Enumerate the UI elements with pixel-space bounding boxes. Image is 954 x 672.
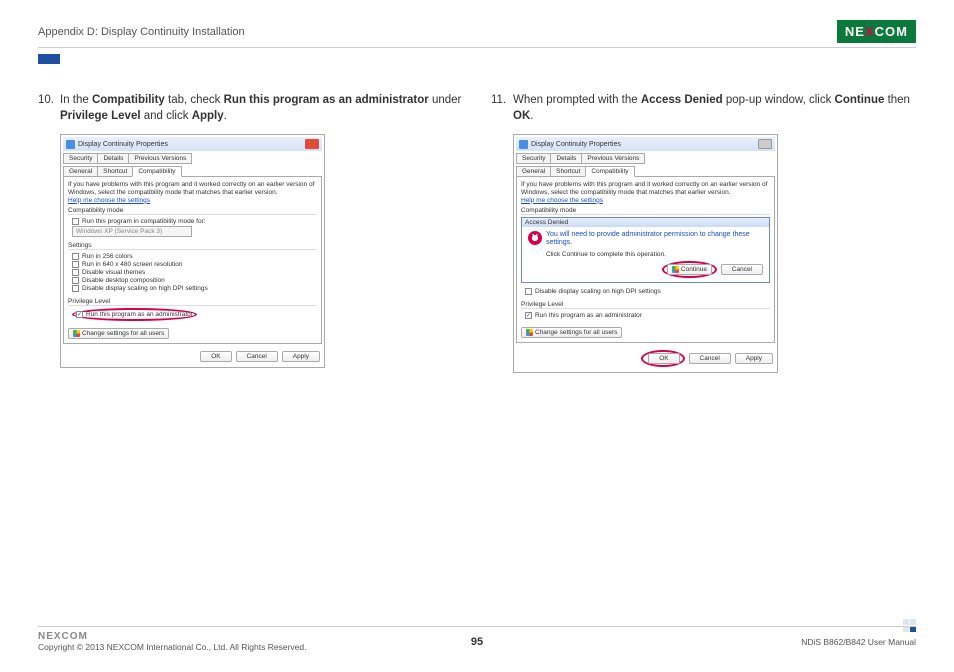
footer-manual: NDiS B862/B842 User Manual — [801, 637, 916, 647]
shield-icon — [672, 266, 679, 273]
close-icon[interactable] — [758, 139, 772, 149]
footer-copyright: Copyright © 2013 NEXCOM International Co… — [38, 642, 306, 652]
compat-mode-label: Compatibility mode — [521, 207, 770, 215]
app-icon — [66, 140, 75, 149]
shield-icon — [526, 329, 533, 336]
cb-run-as-admin[interactable]: Run this program as an administrator — [525, 312, 766, 319]
apply-button[interactable]: Apply — [735, 353, 773, 364]
page-number: 95 — [471, 636, 483, 648]
instruction-11: 11. When prompted with the Access Denied… — [491, 92, 916, 124]
cb-disable-composition[interactable]: Disable desktop composition — [72, 277, 313, 284]
tab-shortcut[interactable]: Shortcut — [550, 166, 586, 177]
tab-general[interactable]: General — [63, 166, 98, 177]
cancel-button[interactable]: Cancel — [236, 351, 278, 362]
compat-description: If you have problems with this program a… — [68, 181, 317, 197]
tab-compatibility[interactable]: Compatibility — [585, 166, 634, 177]
cancel-button[interactable]: Cancel — [689, 353, 731, 364]
cb-640x480[interactable]: Run in 640 x 480 screen resolution — [72, 261, 313, 268]
compat-mode-checkbox[interactable]: Run this program in compatibility mode f… — [72, 218, 313, 225]
compat-description: If you have problems with this program a… — [521, 181, 770, 197]
decoration-square — [38, 54, 60, 64]
dialog-titlebar: Display Continuity Properties — [63, 137, 322, 151]
popup-title-text: Access Denied — [525, 219, 766, 226]
change-settings-all-users-button[interactable]: Change settings for all users — [68, 328, 169, 339]
apply-button[interactable]: Apply — [282, 351, 320, 362]
cb-disable-themes[interactable]: Disable visual themes — [72, 269, 313, 276]
tab-compatibility[interactable]: Compatibility — [132, 166, 181, 177]
tab-general[interactable]: General — [516, 166, 551, 177]
cb-run-as-admin[interactable]: Run this program as an administrator — [76, 311, 193, 318]
help-link[interactable]: Help me choose the settings — [521, 197, 770, 204]
appendix-title: Appendix D: Display Continuity Installat… — [38, 26, 245, 38]
cb-disable-dpi-scaling[interactable]: Disable display scaling on high DPI sett… — [72, 285, 313, 292]
footer-logo: NEXCOM — [38, 631, 88, 642]
tab-previous-versions[interactable]: Previous Versions — [128, 153, 192, 164]
cb-256-colors[interactable]: Run in 256 colors — [72, 253, 313, 260]
ok-button[interactable]: OK — [648, 353, 679, 364]
admin-checkbox-highlight: Run this program as an administrator — [72, 308, 197, 321]
ok-highlight: OK — [641, 350, 684, 367]
tab-shortcut[interactable]: Shortcut — [97, 166, 133, 177]
ok-button[interactable]: OK — [200, 351, 231, 362]
dialog-title-text: Display Continuity Properties — [531, 141, 756, 148]
app-icon — [519, 140, 528, 149]
access-denied-popup: Access Denied ✕ You will need to provide… — [521, 217, 770, 283]
popup-message: You will need to provide administrator p… — [546, 231, 763, 248]
properties-dialog-left: Display Continuity Properties Security D… — [60, 134, 325, 368]
tab-security[interactable]: Security — [516, 153, 551, 164]
change-settings-all-users-button[interactable]: Change settings for all users — [521, 327, 622, 338]
privilege-label: Privilege Level — [68, 298, 317, 306]
compat-mode-label: Compatibility mode — [68, 207, 317, 215]
privilege-label: Privilege Level — [521, 301, 770, 309]
dialog-title-text: Display Continuity Properties — [78, 141, 303, 148]
settings-label: Settings — [68, 242, 317, 250]
popup-subtext: Click Continue to complete this operatio… — [546, 251, 763, 258]
popup-cancel-button[interactable]: Cancel — [721, 264, 763, 275]
tab-previous-versions[interactable]: Previous Versions — [581, 153, 645, 164]
tab-details[interactable]: Details — [550, 153, 582, 164]
nexcom-logo: NEXCOM — [837, 20, 916, 43]
help-link[interactable]: Help me choose the settings — [68, 197, 317, 204]
error-icon: ✕ — [528, 231, 542, 245]
dialog-titlebar: Display Continuity Properties — [516, 137, 775, 151]
compat-mode-select[interactable]: Windows XP (Service Pack 3) — [72, 226, 192, 237]
tab-details[interactable]: Details — [97, 153, 129, 164]
shield-icon — [73, 330, 80, 337]
continue-button[interactable]: Continue — [667, 264, 712, 275]
instruction-10: 10. In the Compatibility tab, check Run … — [38, 92, 463, 124]
cb-disable-dpi-scaling[interactable]: Disable display scaling on high DPI sett… — [525, 288, 766, 295]
continue-highlight: Continue — [662, 261, 717, 278]
properties-dialog-right: Display Continuity Properties Security D… — [513, 134, 778, 373]
tab-security[interactable]: Security — [63, 153, 98, 164]
close-icon[interactable] — [305, 139, 319, 149]
